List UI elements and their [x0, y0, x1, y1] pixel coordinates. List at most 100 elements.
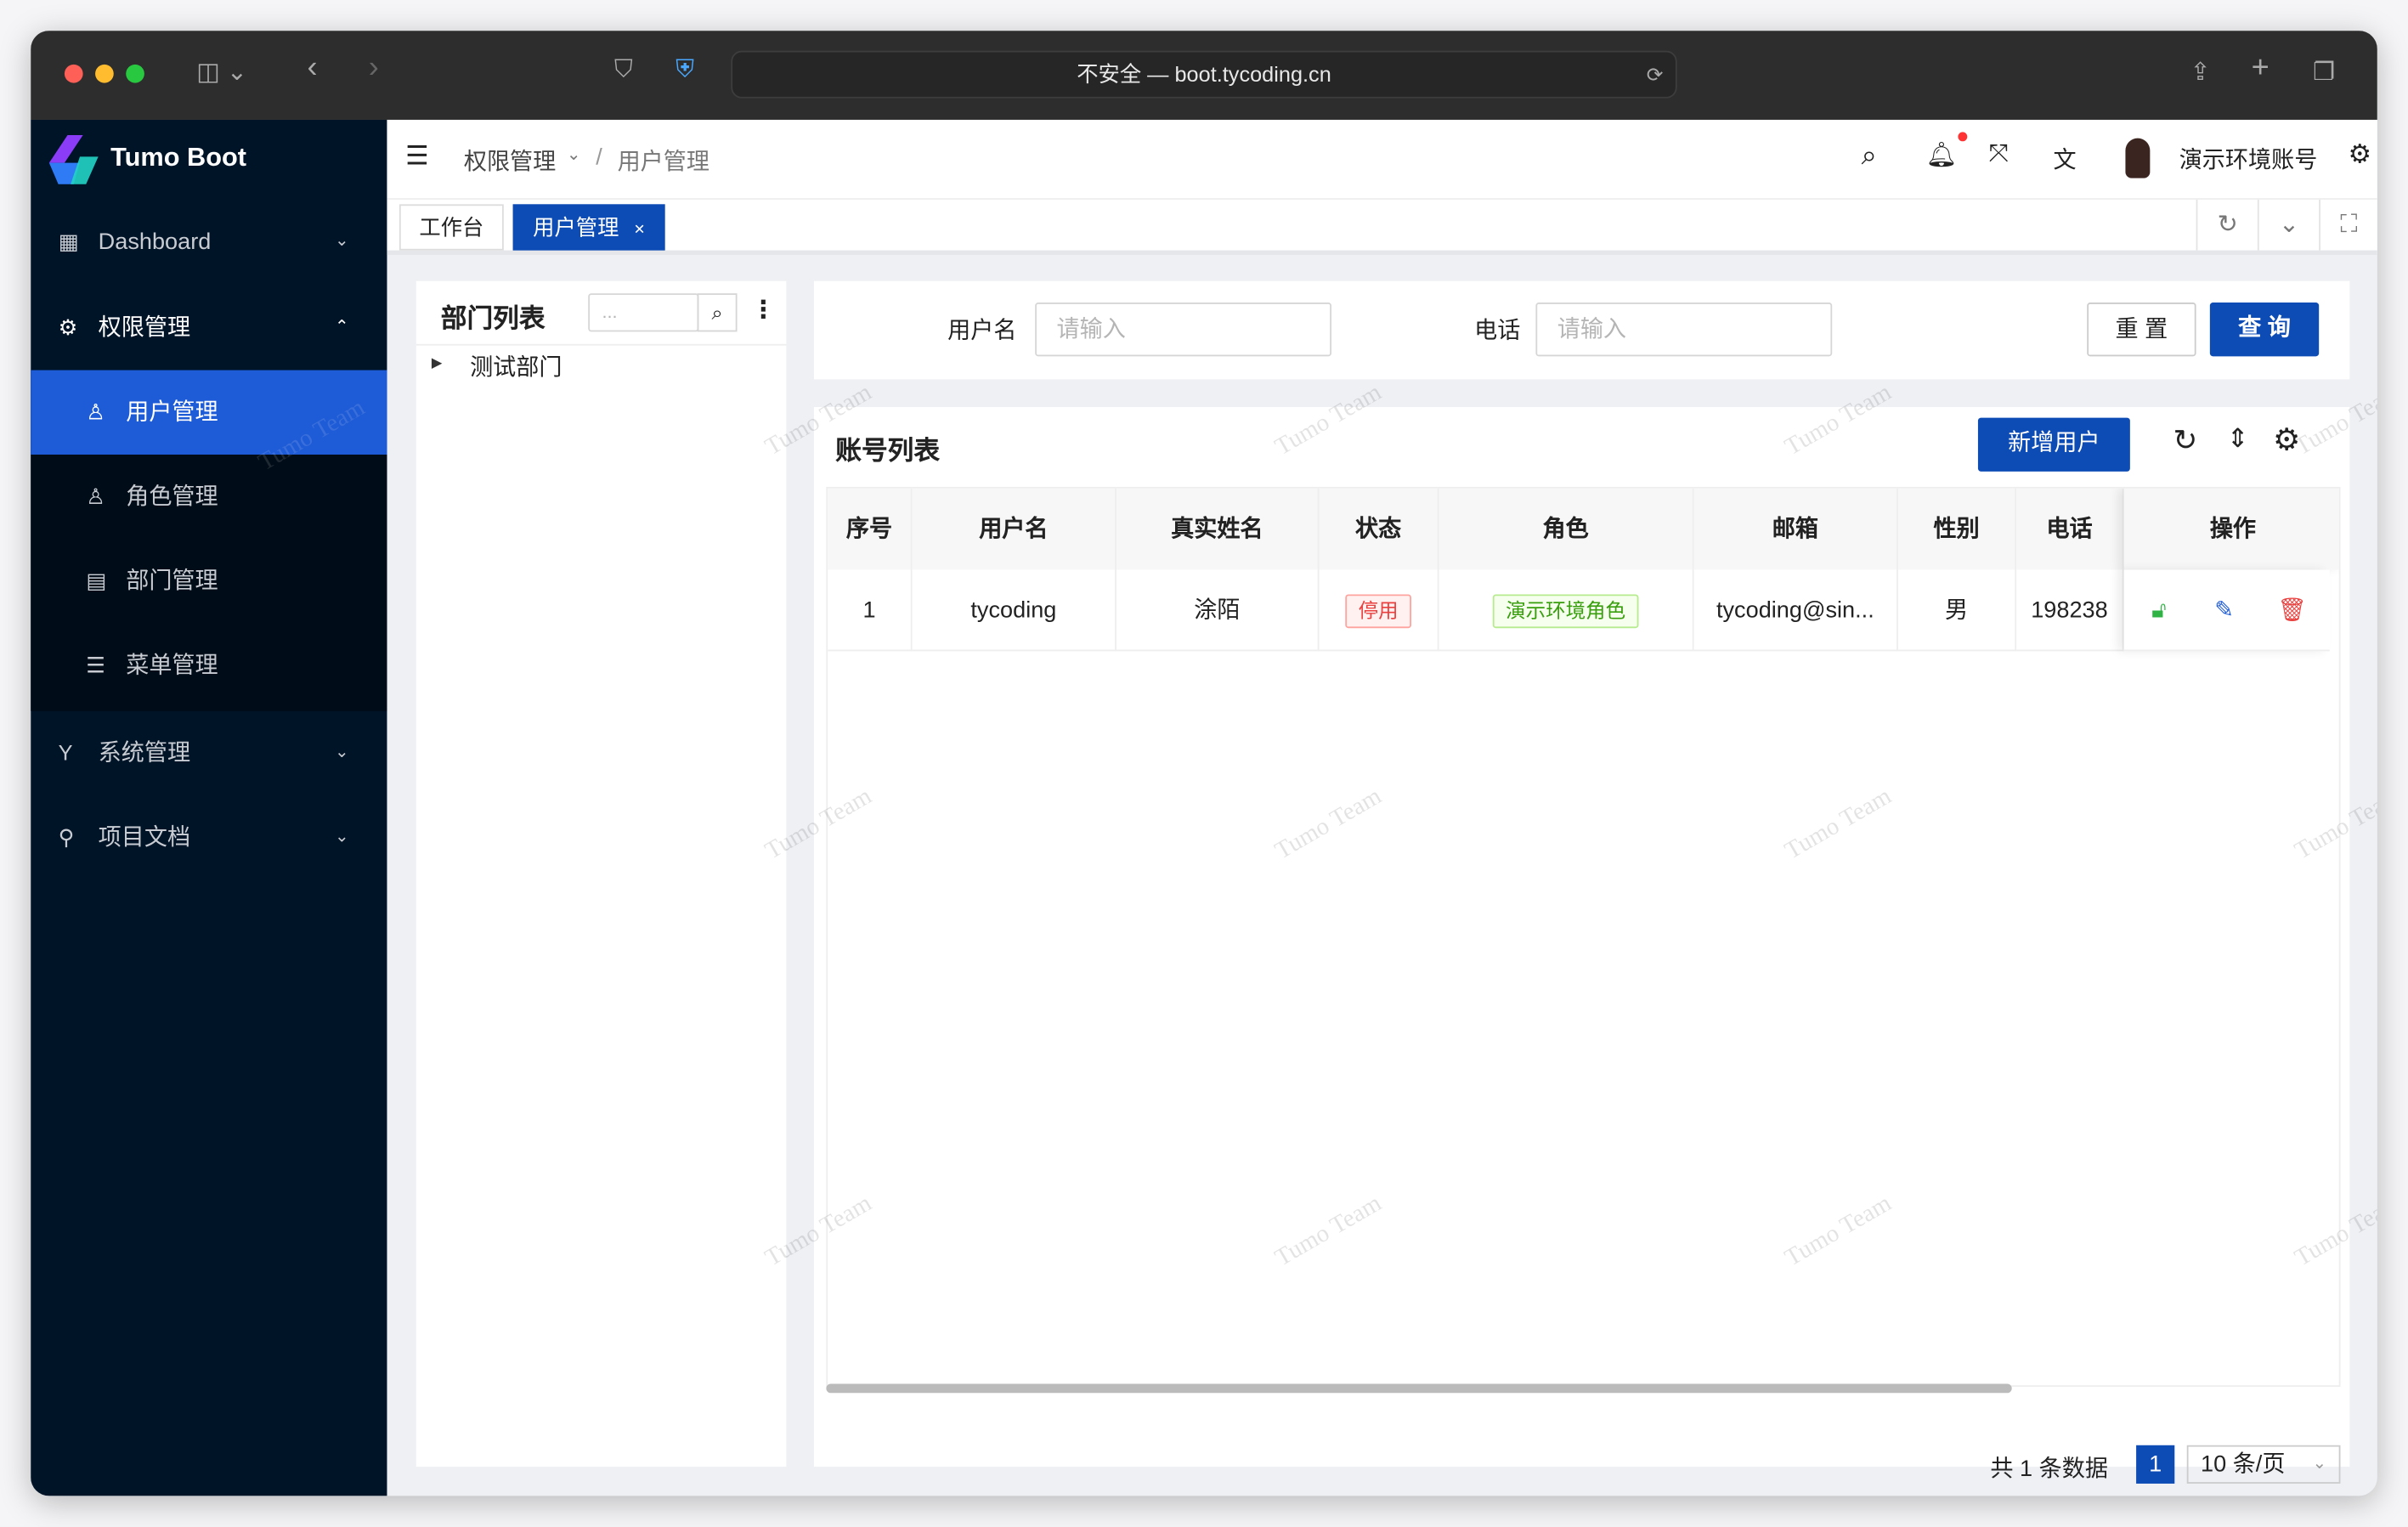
- total-count: 共 1 条数据: [1990, 1456, 2108, 1483]
- placeholder: 请输入: [1056, 316, 1126, 343]
- query-button[interactable]: 查 询: [2209, 303, 2320, 357]
- share-icon[interactable]: ⇪: [2190, 57, 2210, 88]
- table-cell: 演示环境角色: [1439, 569, 1694, 652]
- chevron-up-icon: ⌃: [335, 318, 349, 337]
- bell-icon[interactable]: 🔔︎: [1925, 139, 1957, 170]
- page-button[interactable]: 1: [2136, 1445, 2175, 1484]
- delete-icon[interactable]: 🗑︎: [2277, 570, 2306, 652]
- cell-realname: 涂陌: [1194, 597, 1241, 624]
- search-panel: 用户名 请输入 电话 请输入 重 置 查 询: [813, 280, 2350, 380]
- breadcrumb-item: 用户管理: [617, 149, 710, 176]
- sidebar-item-role[interactable]: ♙ 角色管理: [31, 455, 387, 539]
- user-icon: ♙: [86, 399, 105, 424]
- table-cell: tycoding: [912, 569, 1116, 652]
- column-settings-icon[interactable]: ⚙: [2273, 421, 2300, 459]
- sidebar-item-user[interactable]: ♙ 用户管理: [31, 370, 387, 455]
- dept-icon: ▤: [86, 568, 107, 593]
- column-header: 序号: [828, 488, 913, 570]
- status-badge: 停用: [1346, 594, 1411, 629]
- chevron-down-icon: ⌄: [566, 145, 581, 165]
- username-input[interactable]: 请输入: [1035, 303, 1332, 357]
- menu-label: 权限管理: [98, 314, 191, 342]
- dept-search-input[interactable]: ...: [588, 293, 699, 332]
- brand-name: Tumo Boot: [110, 143, 246, 172]
- cell-username: tycoding: [970, 597, 1057, 624]
- table-cell: 停用: [1319, 569, 1439, 652]
- new-tab-icon[interactable]: +: [2252, 51, 2270, 87]
- extension-shield-icon[interactable]: ⛨: [675, 57, 694, 85]
- sidebar-item-dept[interactable]: ▤ 部门管理: [31, 539, 387, 623]
- maximize-content-icon[interactable]: ⛶: [2319, 199, 2377, 251]
- add-user-button[interactable]: 新增用户: [1977, 417, 2130, 472]
- reset-button[interactable]: 重 置: [2087, 303, 2196, 357]
- menu-label: 项目文档: [98, 824, 191, 851]
- edit-icon[interactable]: ✎: [2214, 570, 2234, 652]
- dept-title: 部门列表: [440, 303, 545, 334]
- cell-phone: 198238: [2031, 597, 2108, 624]
- refresh-tab-icon[interactable]: ↻: [2196, 199, 2258, 251]
- phone-input[interactable]: 请输入: [1535, 303, 1833, 357]
- column-header: 用户名: [912, 488, 1116, 570]
- density-icon[interactable]: ⇕: [2227, 424, 2249, 455]
- more-icon[interactable]: ⋮: [751, 295, 776, 325]
- tree-node[interactable]: 测试部门: [470, 350, 562, 382]
- notification-dot: [1958, 132, 1968, 142]
- sidebar-item-menu[interactable]: ☰ 菜单管理: [31, 624, 387, 708]
- maximize-window-button[interactable]: [126, 64, 144, 83]
- rocket-icon: ⚲: [58, 824, 75, 850]
- back-icon[interactable]: ‹: [307, 51, 317, 87]
- sidebar-item-permission[interactable]: ⚙ 权限管理 ⌃: [31, 286, 387, 370]
- chevron-down-icon: ⌄: [335, 743, 349, 762]
- chevron-down-icon: ⌄: [2312, 1454, 2327, 1473]
- avatar[interactable]: [2125, 138, 2151, 178]
- logo-icon: [48, 135, 99, 184]
- tab-label: 工作台: [419, 215, 484, 240]
- column-header: 真实姓名: [1116, 488, 1320, 570]
- search-icon[interactable]: ⌕: [697, 293, 738, 332]
- page-size-value: 10 条/页: [2201, 1451, 2286, 1478]
- menu-label: 部门管理: [126, 568, 218, 595]
- menu-label: Dashboard: [98, 229, 212, 256]
- tab-workbench[interactable]: 工作台: [399, 204, 504, 251]
- menu-collapse-icon[interactable]: ☰: [405, 141, 429, 172]
- translate-reload-icon[interactable]: ⟳: [1647, 52, 1664, 96]
- caret-right-icon[interactable]: ▶: [432, 355, 443, 372]
- gear-icon[interactable]: ⚙: [2349, 139, 2372, 170]
- role-badge: 演示环境角色: [1493, 594, 1638, 629]
- browser-titlebar: ◫ ⌄ ‹ › ⛉ ⛨ 不安全 — boot.tycoding.cn ⟳ ⇪ +…: [31, 31, 2377, 120]
- table-cell: 涂陌: [1116, 569, 1320, 652]
- fullscreen-icon[interactable]: ⤧: [1989, 141, 2009, 169]
- placeholder: ...: [602, 301, 618, 323]
- menu-label: 系统管理: [98, 740, 191, 766]
- translate-icon[interactable]: 文: [2053, 143, 2076, 175]
- sidebar-item-dashboard[interactable]: ▦ Dashboard ⌄: [31, 200, 387, 284]
- horizontal-scrollbar[interactable]: [826, 1383, 2012, 1394]
- column-header: 电话: [2016, 488, 2124, 570]
- search-icon[interactable]: ⌕: [1862, 139, 1877, 172]
- forward-icon[interactable]: ›: [369, 51, 379, 87]
- close-window-button[interactable]: [64, 64, 83, 83]
- refresh-icon[interactable]: ↻: [2173, 424, 2197, 460]
- tab-user-management[interactable]: 用户管理 ×: [512, 204, 665, 251]
- close-icon[interactable]: ×: [634, 218, 645, 240]
- shield-icon[interactable]: ⛉: [614, 57, 633, 85]
- cell-index: 1: [862, 597, 876, 624]
- tab-label: 用户管理: [533, 215, 619, 240]
- page-size-select[interactable]: 10 条/页 ⌄: [2186, 1445, 2341, 1484]
- sidebar-item-system[interactable]: Y 系统管理 ⌄: [31, 711, 387, 795]
- dashboard-icon: ▦: [58, 229, 79, 254]
- menu-label: 角色管理: [126, 484, 218, 511]
- unlock-icon[interactable]: 🔓︎: [2151, 570, 2167, 652]
- chevron-down-icon[interactable]: ⌄: [2257, 199, 2319, 251]
- column-header: 角色: [1439, 488, 1694, 570]
- browser-window: ◫ ⌄ ‹ › ⛉ ⛨ 不安全 — boot.tycoding.cn ⟳ ⇪ +…: [31, 31, 2377, 1496]
- sidebar-toggle-icon[interactable]: ◫ ⌄: [196, 57, 247, 88]
- sidebar-item-docs[interactable]: ⚲ 项目文档 ⌄: [31, 795, 387, 879]
- address-bar[interactable]: 不安全 — boot.tycoding.cn ⟳: [731, 50, 1677, 99]
- username[interactable]: 演示环境账号: [2179, 143, 2318, 175]
- breadcrumb-item[interactable]: 权限管理: [464, 144, 556, 177]
- top-header: ☰ 权限管理 ⌄ / 用户管理 ⌕ 🔔︎ ⤧ 文 演示环境账号 ⚙: [387, 119, 2377, 200]
- tabs-overview-icon[interactable]: ❐: [2313, 57, 2335, 88]
- minimize-window-button[interactable]: [95, 64, 114, 83]
- cell-email: tycoding@sin...: [1716, 597, 1874, 624]
